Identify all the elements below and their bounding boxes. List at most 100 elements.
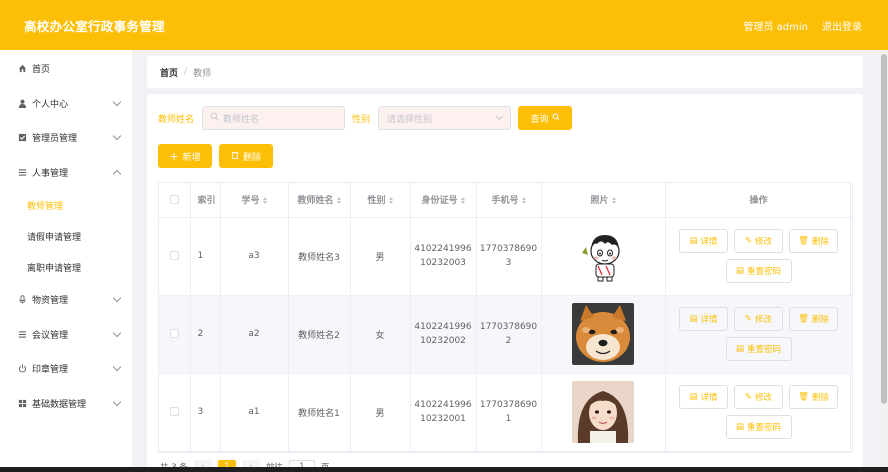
cell-student-no: a2 — [220, 295, 289, 374]
sidebar-item-basic-data[interactable]: 基础数据管理 — [0, 386, 132, 421]
cell-phone: 1770378690 2 — [476, 295, 542, 374]
sidebar-subitem-leave[interactable]: 请假申请管理 — [0, 221, 132, 252]
reset-password-button[interactable]: ▤ 重置密码 — [725, 415, 792, 439]
document-icon: ▤ — [689, 392, 698, 402]
cell-index: 3 — [190, 373, 221, 452]
detail-button[interactable]: ▤ 详情 — [679, 229, 728, 253]
select-all-checkbox[interactable] — [169, 194, 179, 204]
sort-icon — [460, 197, 465, 205]
sidebar-item-materials[interactable]: 物资管理 — [0, 283, 132, 318]
breadcrumb-home[interactable]: 首页 — [160, 66, 178, 79]
column-header-operations: 操作 — [665, 183, 853, 218]
cell-photo — [541, 295, 666, 374]
column-header-id-card[interactable]: 身份证号 — [410, 183, 477, 218]
cell-operations: ▤ 详情 ✎ 修改 🗑 删除 ▤ 重置密码 — [665, 295, 853, 374]
top-bar: 高校办公室行政事务管理 管理员 admin 退出登录 — [0, 0, 888, 50]
breadcrumb: 首页 / 教师 — [147, 56, 863, 88]
cell-name: 教师姓名3 — [288, 217, 351, 296]
shiba-dog-photo[interactable] — [572, 303, 634, 365]
sort-icon — [336, 197, 341, 205]
select-all-header — [159, 183, 191, 218]
add-button[interactable]: + 新增 — [158, 144, 212, 168]
breadcrumb-current: 教师 — [193, 68, 212, 79]
delete-button[interactable]: 🗑 删除 — [789, 229, 838, 253]
reset-password-button[interactable]: ▤ 重置密码 — [725, 259, 792, 283]
add-button-label: 新增 — [182, 152, 201, 163]
column-header-photo[interactable]: 照片 — [541, 183, 666, 218]
trash-icon: 🗑 — [798, 236, 809, 246]
cell-name: 教师姓名1 — [288, 373, 351, 452]
chevron-down-icon — [112, 97, 122, 106]
cartoon-boy-photo[interactable] — [572, 225, 634, 287]
teacher-name-input[interactable]: 教师姓名 — [202, 106, 346, 130]
sort-icon — [262, 197, 267, 205]
sidebar-item-meeting[interactable]: 会议管理 — [0, 317, 132, 352]
sidebar-item-personal-center[interactable]: 个人中心 — [0, 86, 132, 121]
gender-select[interactable]: 请选择性别 — [378, 106, 512, 130]
sidebar-item-label: 首页 — [32, 64, 51, 75]
detail-button[interactable]: ▤ 详情 — [679, 307, 728, 331]
cell-student-no: a1 — [220, 373, 289, 452]
sidebar-item-label: 基础数据管理 — [32, 399, 87, 410]
cell-id-card: 4102241996 10232001 — [410, 373, 477, 452]
cell-phone: 1770378690 1 — [476, 373, 542, 452]
sidebar-item-label: 印章管理 — [32, 365, 69, 376]
delete-button[interactable]: 🗑 删除 — [789, 385, 838, 409]
girl-portrait-photo[interactable] — [572, 381, 634, 443]
sort-icon — [388, 197, 393, 205]
gender-select-placeholder: 请选择性别 — [387, 114, 433, 125]
sidebar-item-seal[interactable]: 印章管理 — [0, 352, 132, 387]
sidebar-item-admin[interactable]: 管理员管理 — [0, 121, 132, 156]
document-icon: ▤ — [689, 236, 698, 246]
row-checkbox[interactable] — [169, 407, 179, 416]
logout-link[interactable]: 退出登录 — [822, 18, 862, 33]
delete-button[interactable]: 🗑 删除 — [789, 307, 838, 331]
cell-photo — [541, 217, 666, 296]
plus-icon: + — [169, 149, 179, 163]
scrollbar-thumb[interactable] — [881, 54, 887, 404]
query-button[interactable]: 查询 — [518, 106, 573, 130]
column-header-student-no[interactable]: 学号 — [220, 183, 289, 218]
column-header-phone[interactable]: 手机号 — [476, 183, 542, 218]
teacher-name-label: 教师姓名 — [158, 114, 195, 125]
gender-label: 性别 — [352, 114, 371, 125]
edit-icon: ✎ — [744, 314, 753, 324]
row-checkbox-cell — [159, 217, 191, 296]
column-header-index: 索引 — [190, 183, 221, 218]
sidebar-subitem-resignation[interactable]: 离职申请管理 — [0, 252, 132, 283]
edit-button[interactable]: ✎ 修改 — [734, 307, 783, 331]
chevron-up-icon — [112, 169, 122, 178]
row-checkbox[interactable] — [169, 251, 179, 260]
table-row: 1 a3 教师姓名3 男 4102241996 10232003 17703786… — [159, 217, 853, 296]
query-button-label: 查询 — [530, 114, 549, 125]
document-icon: ▤ — [689, 314, 698, 324]
detail-button[interactable]: ▤ 详情 — [679, 385, 728, 409]
taskbar — [0, 467, 888, 472]
row-checkbox-cell — [159, 373, 191, 452]
column-header-name[interactable]: 教师姓名 — [288, 183, 351, 218]
row-checkbox-cell — [159, 295, 191, 374]
content-panel: 教师姓名 教师姓名 性别 请选择性别 查询 + 新增 删除 索引 学号 教师姓名… — [147, 94, 863, 472]
search-icon — [552, 112, 560, 124]
trash-icon: 🗑 — [798, 392, 809, 402]
cell-index: 1 — [190, 217, 221, 296]
sidebar-item-home[interactable]: 首页 — [0, 50, 132, 86]
edit-button[interactable]: ✎ 修改 — [734, 385, 783, 409]
batch-delete-button[interactable]: 删除 — [219, 144, 273, 168]
cell-operations: ▤ 详情 ✎ 修改 🗑 删除 ▤ 重置密码 — [665, 217, 853, 296]
sidebar-item-label: 人事管理 — [32, 168, 69, 179]
cell-index: 2 — [190, 295, 221, 374]
table-row: 2 a2 教师姓名2 女 4102241996 10232002 17703786… — [159, 295, 853, 374]
trash-icon — [231, 151, 239, 162]
sidebar-item-personnel[interactable]: 人事管理 — [0, 155, 132, 190]
sidebar-subitem-teacher[interactable]: 教师管理 — [0, 190, 132, 221]
chevron-down-icon — [112, 397, 122, 406]
row-checkbox[interactable] — [169, 329, 179, 338]
sidebar-item-label: 会议管理 — [32, 330, 69, 341]
reset-password-button[interactable]: ▤ 重置密码 — [725, 337, 792, 361]
column-header-gender[interactable]: 性别 — [350, 183, 411, 218]
delete-button-label: 删除 — [242, 152, 261, 163]
edit-button[interactable]: ✎ 修改 — [734, 229, 783, 253]
admin-label[interactable]: 管理员 admin — [743, 18, 808, 33]
cell-operations: ▤ 详情 ✎ 修改 🗑 删除 ▤ 重置密码 — [665, 373, 853, 452]
